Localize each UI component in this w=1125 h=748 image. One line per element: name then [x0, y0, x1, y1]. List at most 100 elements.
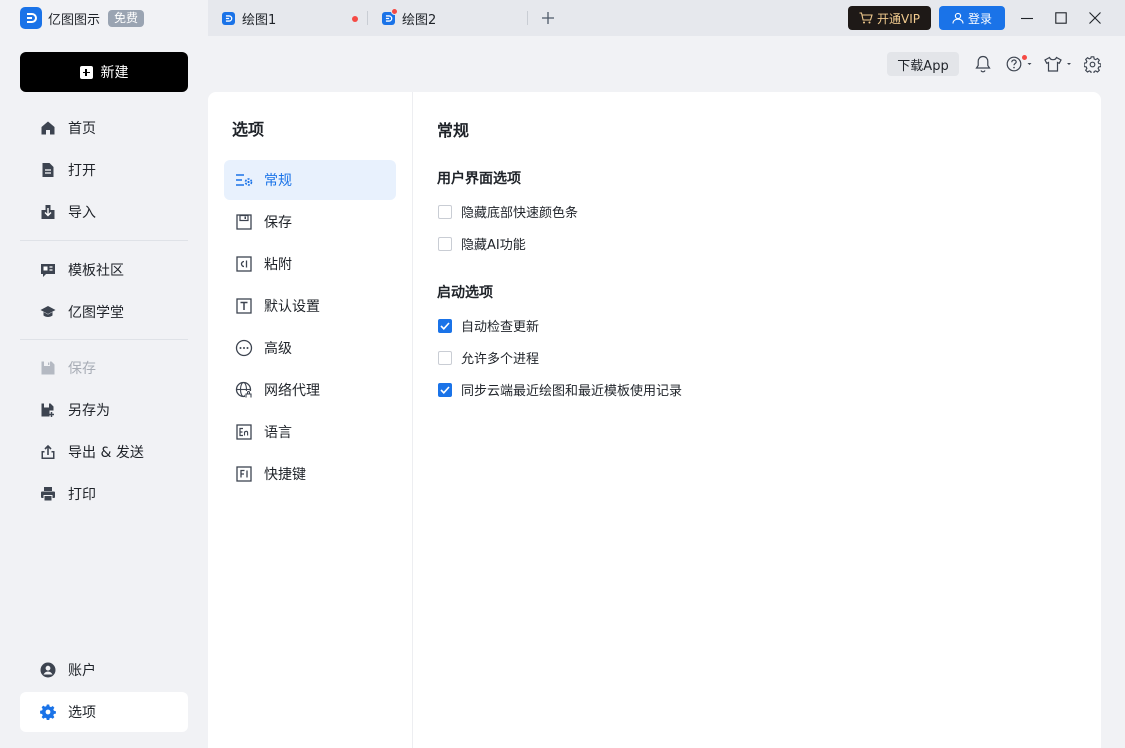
ui-options-title: 用户界面选项	[437, 171, 521, 187]
maximize-button[interactable]	[1051, 8, 1071, 28]
sidebar-item-label: 模板社区	[68, 263, 124, 279]
new-label: 新建	[100, 65, 129, 81]
sidebar-item-account[interactable]: 账户	[20, 650, 188, 690]
checkbox-auto-update[interactable]: 自动检查更新	[438, 316, 539, 335]
options-item-language[interactable]: 语言	[224, 412, 396, 452]
checkbox-multiple-processes[interactable]: 允许多个进程	[438, 348, 539, 367]
snap-icon	[235, 255, 253, 273]
sidebar-divider	[20, 240, 188, 241]
new-button[interactable]: 新建	[20, 52, 188, 92]
tab-divider	[527, 11, 528, 25]
options-item-shortcuts[interactable]: 快捷键	[224, 454, 396, 494]
gear-icon	[40, 704, 56, 720]
drawing-file-icon	[382, 7, 398, 25]
template-community-icon	[40, 262, 56, 278]
options-item-general[interactable]: 常规	[224, 160, 396, 200]
checkbox-label: 隐藏AI功能	[461, 238, 526, 253]
sidebar-item-label: 选项	[68, 705, 96, 721]
sidebar-item-label: 导出 & 发送	[68, 445, 144, 461]
close-window-button[interactable]	[1085, 8, 1105, 28]
bell-icon	[975, 55, 991, 73]
options-item-label: 快捷键	[264, 467, 306, 483]
tab-label: 绘图1	[242, 12, 277, 28]
theme-button[interactable]	[1044, 55, 1074, 73]
gear-icon	[1084, 55, 1101, 73]
sidebar-item-import[interactable]: 导入	[20, 192, 188, 232]
globe-icon	[235, 381, 253, 399]
sidebar-item-template-community[interactable]: 模板社区	[20, 250, 188, 290]
checkbox[interactable]	[438, 236, 452, 251]
close-icon	[1089, 12, 1101, 24]
sidebar-item-label: 账户	[68, 663, 96, 679]
options-item-label: 高级	[264, 341, 292, 357]
sidebar-item-label: 打印	[68, 487, 96, 503]
checkbox-hide-ai[interactable]: 隐藏AI功能	[438, 234, 526, 253]
settings-button[interactable]	[1084, 55, 1101, 73]
sidebar-item-academy[interactable]: 亿图学堂	[20, 292, 188, 332]
file-open-icon	[40, 162, 56, 178]
options-item-network-proxy[interactable]: 网络代理	[224, 370, 396, 410]
section-title: 常规	[437, 121, 470, 140]
check-icon	[440, 321, 450, 330]
checkbox-label: 允许多个进程	[461, 352, 540, 367]
options-item-label: 保存	[264, 215, 292, 231]
user-icon	[952, 12, 964, 24]
app-name: 亿图图示	[48, 12, 101, 28]
sidebar-item-label: 打开	[68, 163, 96, 179]
tab-drawing-2[interactable]: 绘图2	[368, 0, 528, 36]
help-button[interactable]	[1006, 55, 1034, 73]
sidebar-item-options[interactable]: 选项	[20, 692, 188, 732]
sidebar-item-save-as[interactable]: 另存为	[20, 390, 188, 430]
sidebar-item-open[interactable]: 打开	[20, 150, 188, 190]
sidebar-item-home[interactable]: 首页	[20, 108, 188, 148]
save-icon	[235, 213, 253, 231]
panel-divider	[412, 92, 413, 748]
sidebar-item-label: 导入	[68, 205, 96, 221]
login-button[interactable]: 登录	[939, 6, 1005, 30]
unsaved-indicator	[352, 16, 358, 22]
checkbox[interactable]	[438, 318, 452, 333]
sidebar-item-save[interactable]: 保存	[20, 348, 188, 388]
minimize-icon	[1021, 17, 1033, 20]
check-icon	[440, 385, 450, 394]
options-item-default-settings[interactable]: 默认设置	[224, 286, 396, 326]
checkbox[interactable]	[438, 204, 452, 219]
sidebar-item-print[interactable]: 打印	[20, 474, 188, 514]
checkbox-label: 隐藏底部快速颜色条	[461, 206, 579, 221]
minimize-button[interactable]	[1017, 8, 1037, 28]
options-item-label: 语言	[264, 425, 292, 441]
title-bar: 亿图图示 免费 绘图1 绘图2 开通VIP 登录	[0, 0, 1125, 36]
print-icon	[40, 486, 56, 502]
checkbox[interactable]	[438, 382, 452, 397]
new-tab-button[interactable]	[538, 8, 558, 28]
edraw-logo-icon	[20, 7, 42, 29]
maximize-icon	[1055, 12, 1067, 24]
sidebar-item-label: 亿图学堂	[68, 305, 124, 321]
options-item-snap[interactable]: 粘附	[224, 244, 396, 284]
checkbox-label: 同步云端最近绘图和最近模板使用记录	[461, 384, 683, 399]
account-icon	[40, 662, 56, 678]
tab-drawing-1[interactable]: 绘图1	[208, 0, 368, 36]
download-app-button[interactable]: 下载App	[887, 52, 959, 76]
shirt-icon	[1044, 56, 1071, 72]
tab-home[interactable]: 亿图图示 免费	[0, 0, 208, 36]
academy-icon	[40, 304, 56, 320]
save-as-icon	[40, 402, 56, 418]
general-settings-icon	[235, 171, 253, 189]
sidebar-item-label: 保存	[68, 361, 96, 377]
sidebar-item-export-send[interactable]: 导出 & 发送	[20, 432, 188, 472]
notification-button[interactable]	[975, 55, 991, 73]
vip-button[interactable]: 开通VIP	[848, 6, 931, 30]
checkbox-sync-cloud-recent[interactable]: 同步云端最近绘图和最近模板使用记录	[438, 380, 682, 399]
more-icon	[235, 339, 253, 357]
export-icon	[40, 444, 56, 460]
vip-label: 开通VIP	[877, 11, 920, 26]
checkbox-hide-color-bar[interactable]: 隐藏底部快速颜色条	[438, 202, 578, 221]
options-item-save[interactable]: 保存	[224, 202, 396, 242]
options-item-label: 默认设置	[264, 299, 320, 315]
checkbox[interactable]	[438, 350, 452, 365]
options-item-advanced[interactable]: 高级	[224, 328, 396, 368]
free-badge: 免费	[108, 9, 145, 27]
startup-options-title: 启动选项	[437, 285, 493, 301]
save-icon	[40, 360, 56, 376]
